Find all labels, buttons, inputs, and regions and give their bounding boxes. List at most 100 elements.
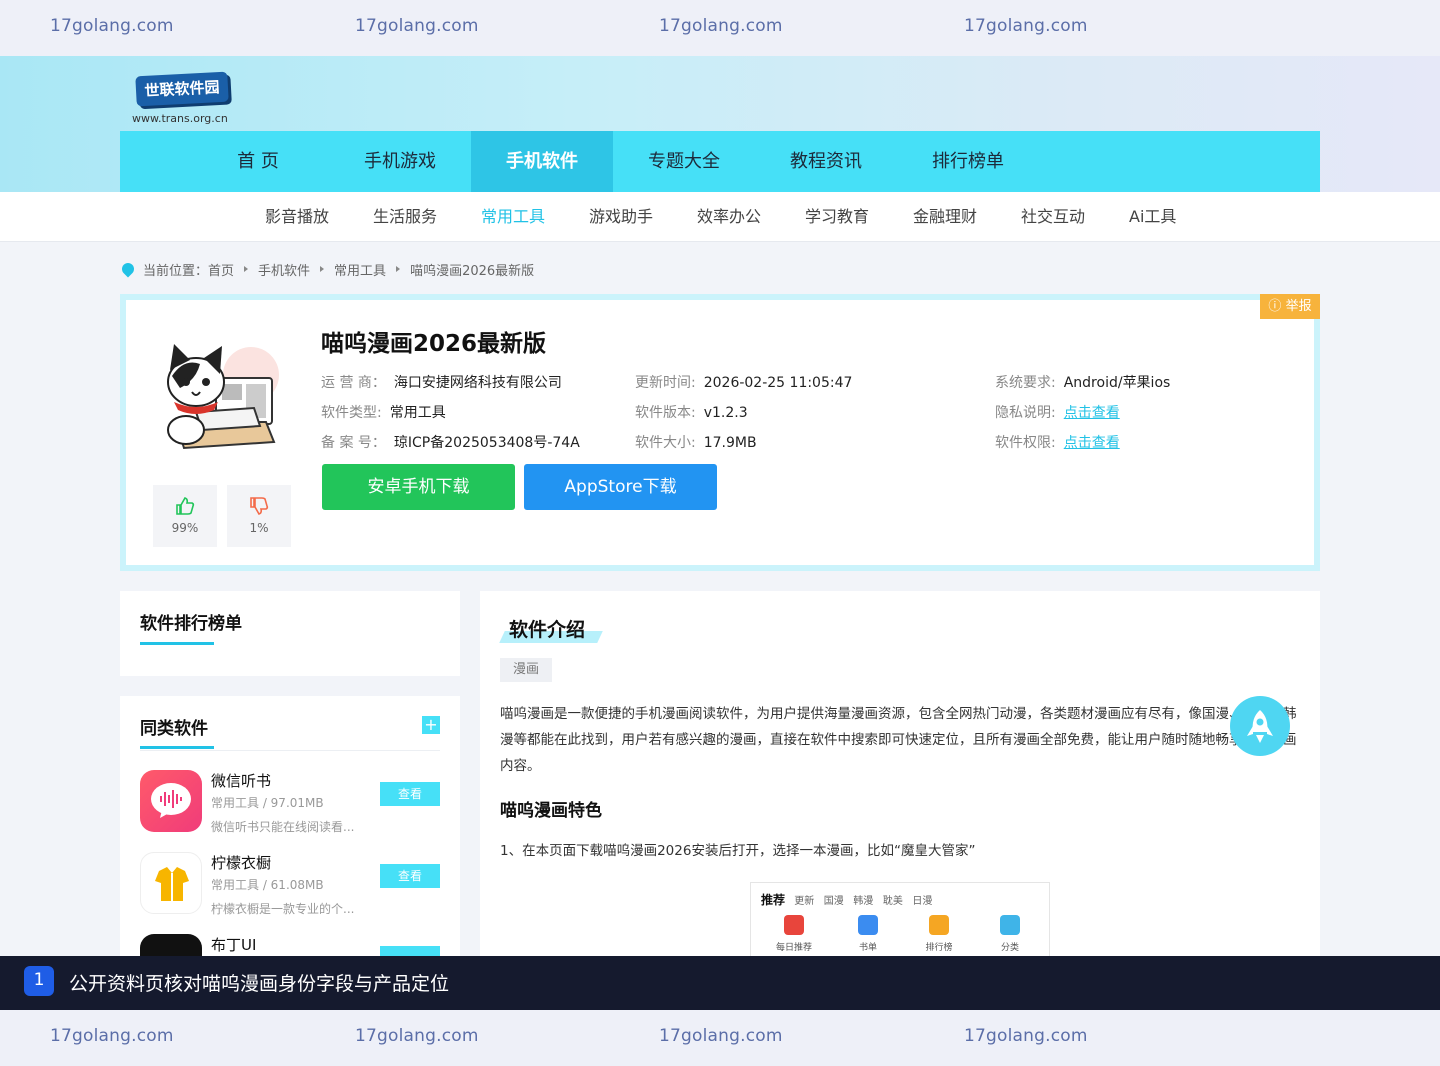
meta-permission: 软件权限: 点击查看 (995, 435, 1120, 451)
report-label: 举报 (1285, 299, 1312, 314)
subnav-tools[interactable]: 常用工具 (481, 192, 545, 242)
pudding-ui-app-icon (140, 934, 202, 956)
nav-tutorials[interactable]: 教程资讯 (755, 131, 897, 193)
breadcrumb-current: 喵呜漫画2026最新版 (410, 263, 535, 279)
subnav-office[interactable]: 效率办公 (697, 192, 761, 242)
subnav-social[interactable]: 社交互动 (1021, 192, 1085, 242)
dislike-percentage: 1% (249, 521, 269, 535)
watermark-text: 17golang.com (659, 1026, 783, 1046)
breadcrumb-prefix: 当前位置： (143, 263, 209, 279)
logo-badge: 世联软件园 (135, 71, 229, 107)
subnav-media[interactable]: 影音播放 (265, 192, 329, 242)
wechat-listen-app-icon (140, 770, 202, 832)
nav-home[interactable]: 首 页 (187, 131, 329, 193)
daily-recommend-cell: 每日推荐 (769, 915, 819, 953)
back-to-top-rocket-icon[interactable] (1230, 696, 1290, 756)
breadcrumb-home[interactable]: 首页 (208, 260, 234, 279)
app-icon-cat-reading (156, 330, 286, 460)
divider (140, 750, 440, 751)
thumbs-down-icon (249, 497, 269, 515)
meta-system: 系统要求: Android/苹果ios (995, 375, 1171, 391)
software-meta: 常用工具 / 61.08MB (211, 878, 324, 892)
step-text: 1、在本页面下载喵呜漫画2026安装后打开，选择一本漫画，比如“魔皇大管家” (500, 843, 976, 859)
screenshot-tabs: 推荐 更新 国漫 韩漫 耽美 日漫 (761, 893, 933, 907)
dislike-button[interactable]: 1% (227, 485, 291, 547)
similar-software-panel: 同类软件 + 微信听书 常用工具 / 97.01MB 微信听书只能在线阅读看..… (120, 696, 460, 956)
ranking-cell: 排行榜 (914, 915, 964, 953)
nav-rankings[interactable]: 排行榜单 (897, 131, 1039, 193)
intro-paragraph: 喵呜漫画是一款便捷的手机漫画阅读软件，为用户提供海量漫画资源，包含全网热门动漫，… (500, 706, 1297, 774)
nav-topics[interactable]: 专题大全 (613, 131, 755, 193)
title-underline (140, 642, 214, 645)
watermark-bar-top: 17golang.com 17golang.com 17golang.com 1… (0, 0, 1440, 56)
grid-icon (1000, 915, 1020, 935)
meta-update-time: 更新时间: 2026-02-25 11:05:47 (635, 375, 853, 391)
software-desc: 柠檬衣橱是一款专业的个... (211, 902, 355, 916)
breadcrumb-separator-icon (396, 266, 401, 272)
caption-text: 公开资料页核对喵呜漫画身份字段与产品定位 (69, 973, 450, 995)
caption-number: 1 (24, 966, 54, 996)
sub-nav: 影音播放 生活服务 常用工具 游戏助手 效率办公 学习教育 金融理财 社交互动 … (0, 192, 1440, 242)
breadcrumb-separator-icon (244, 266, 249, 272)
booklist-cell: 书单 (843, 915, 893, 953)
warning-icon: ⓘ (1268, 299, 1286, 314)
breadcrumb-tools[interactable]: 常用工具 (334, 260, 386, 279)
meta-privacy: 隐私说明: 点击查看 (995, 405, 1120, 421)
software-intro-panel: 软件介绍 漫画 喵呜漫画是一款便捷的手机漫画阅读软件，为用户提供海量漫画资源，包… (480, 591, 1320, 956)
book-icon (858, 915, 878, 935)
app-screenshot: 推荐 更新 国漫 韩漫 耽美 日漫 每日推荐 书单 排行榜 分类 (750, 882, 1050, 956)
subnav-education[interactable]: 学习教育 (805, 192, 869, 242)
recommend-icon (784, 915, 804, 935)
subnav-finance[interactable]: 金融理财 (913, 192, 977, 242)
category-tag[interactable]: 漫画 (500, 658, 552, 682)
appstore-download-button[interactable]: AppStore下载 (524, 464, 717, 510)
nav-mobile-games[interactable]: 手机游戏 (329, 131, 471, 193)
list-item[interactable]: 布丁UI (140, 934, 440, 956)
lemon-closet-app-icon (140, 852, 202, 914)
site-logo[interactable]: 世联软件园 www.trans.org.cn (130, 66, 240, 128)
meta-size: 软件大小: 17.9MB (635, 435, 757, 451)
watermark-text: 17golang.com (355, 1026, 479, 1046)
caption-bar: 1 公开资料页核对喵呜漫画身份字段与产品定位 (0, 956, 1440, 1010)
subnav-game-assist[interactable]: 游戏助手 (589, 192, 653, 242)
app-info-card: ⓘ 举报 99% 1% 喵呜漫画2026最新版 运 营 商： 海口安捷网络科技有… (120, 294, 1320, 571)
title-underline (140, 746, 214, 749)
meta-operator: 运 营 商： 海口安捷网络科技有限公司 (321, 375, 562, 391)
category-cell: 分类 (985, 915, 1035, 953)
software-name[interactable]: 柠檬衣橱 (211, 852, 271, 873)
view-button[interactable] (380, 946, 440, 956)
software-desc: 微信听书只能在线阅读看... (211, 820, 355, 834)
more-plus-button[interactable]: + (422, 716, 440, 734)
breadcrumb-separator-icon (320, 266, 325, 272)
ranking-panel: 软件排行榜单 (120, 591, 460, 676)
watermark-text: 17golang.com (659, 16, 783, 36)
breadcrumb-software[interactable]: 手机软件 (258, 260, 310, 279)
list-item[interactable]: 柠檬衣橱 常用工具 / 61.08MB 柠檬衣橱是一款专业的个... 查看 (140, 852, 440, 916)
like-percentage: 99% (171, 521, 199, 535)
software-name[interactable]: 布丁UI (211, 934, 256, 955)
intro-title: 软件介绍 (509, 619, 586, 641)
meta-version: 软件版本: v1.2.3 (635, 405, 748, 421)
watermark-text: 17golang.com (964, 16, 1088, 36)
location-pin-icon (119, 260, 137, 278)
thumbs-up-icon (175, 497, 195, 515)
permission-link[interactable]: 点击查看 (1064, 435, 1120, 451)
privacy-link[interactable]: 点击查看 (1064, 405, 1120, 421)
watermark-text: 17golang.com (355, 16, 479, 36)
like-button[interactable]: 99% (153, 485, 217, 547)
view-button[interactable]: 查看 (380, 782, 440, 806)
view-button[interactable]: 查看 (380, 864, 440, 888)
report-button[interactable]: ⓘ 举报 (1260, 294, 1320, 319)
android-download-button[interactable]: 安卓手机下载 (322, 464, 515, 510)
software-name[interactable]: 微信听书 (211, 770, 271, 791)
software-meta: 常用工具 / 97.01MB (211, 796, 324, 810)
app-title: 喵呜漫画2026最新版 (321, 331, 547, 357)
logo-url: www.trans.org.cn (132, 112, 228, 125)
watermark-bar-bottom: 17golang.com 17golang.com 17golang.com 1… (0, 1010, 1440, 1066)
nav-mobile-software[interactable]: 手机软件 (471, 131, 613, 193)
watermark-text: 17golang.com (964, 1026, 1088, 1046)
subnav-life[interactable]: 生活服务 (373, 192, 437, 242)
feature-title: 喵呜漫画特色 (500, 801, 602, 821)
list-item[interactable]: 微信听书 常用工具 / 97.01MB 微信听书只能在线阅读看... 查看 (140, 770, 440, 834)
subnav-ai-tools[interactable]: Ai工具 (1129, 192, 1176, 242)
